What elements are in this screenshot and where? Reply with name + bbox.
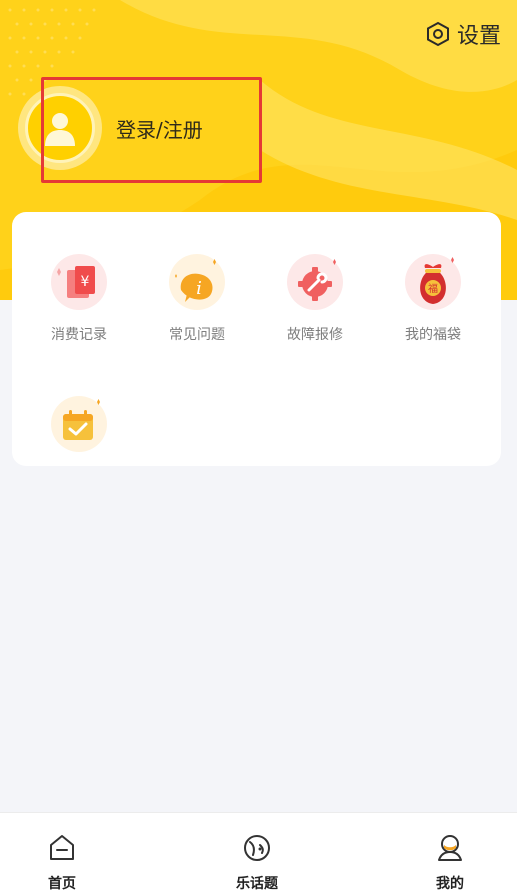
- tab-topics[interactable]: 乐话题: [217, 833, 297, 893]
- service-lucky-bag[interactable]: 福 我的福袋: [374, 252, 492, 344]
- wrench-gear-icon: [287, 254, 343, 310]
- highlight-box: [41, 77, 262, 183]
- services-card: ¥ 消费记录 i 常见问题 故障报修 福 我的福袋: [12, 212, 501, 466]
- lucky-bag-icon: 福: [405, 254, 461, 310]
- hexagon-gear-icon: [426, 21, 449, 47]
- receipt-yen-icon: ¥: [51, 254, 107, 310]
- tab-mine[interactable]: 我的: [410, 833, 490, 893]
- bottom-tab-bar: 首页 乐话题 我的: [0, 812, 517, 894]
- profile-icon: [438, 835, 462, 861]
- service-label: 消费记录: [51, 327, 107, 343]
- service-consumption-records[interactable]: ¥ 消费记录: [20, 252, 138, 344]
- calendar-check-icon: [51, 396, 107, 452]
- svg-text:¥: ¥: [81, 274, 90, 290]
- settings-label: 设置: [456, 24, 501, 49]
- service-faq[interactable]: i 常见问题: [138, 252, 256, 344]
- settings-button[interactable]: 设置: [425, 18, 501, 50]
- service-fault-repair[interactable]: 故障报修: [256, 252, 374, 344]
- svg-text:福: 福: [428, 282, 438, 295]
- tab-label: 我的: [436, 876, 464, 892]
- service-label: 我的福袋: [405, 327, 461, 343]
- tab-home[interactable]: 首页: [22, 833, 102, 893]
- service-label: 常见问题: [169, 327, 225, 343]
- tab-label: 乐话题: [236, 876, 278, 892]
- service-calendar-checkin[interactable]: [20, 394, 138, 466]
- tab-label: 首页: [48, 876, 76, 892]
- topic-face-icon: [244, 835, 270, 861]
- home-icon: [50, 835, 74, 860]
- svg-text:i: i: [196, 278, 202, 299]
- info-bubble-icon: i: [169, 254, 225, 310]
- service-label: 故障报修: [287, 327, 343, 343]
